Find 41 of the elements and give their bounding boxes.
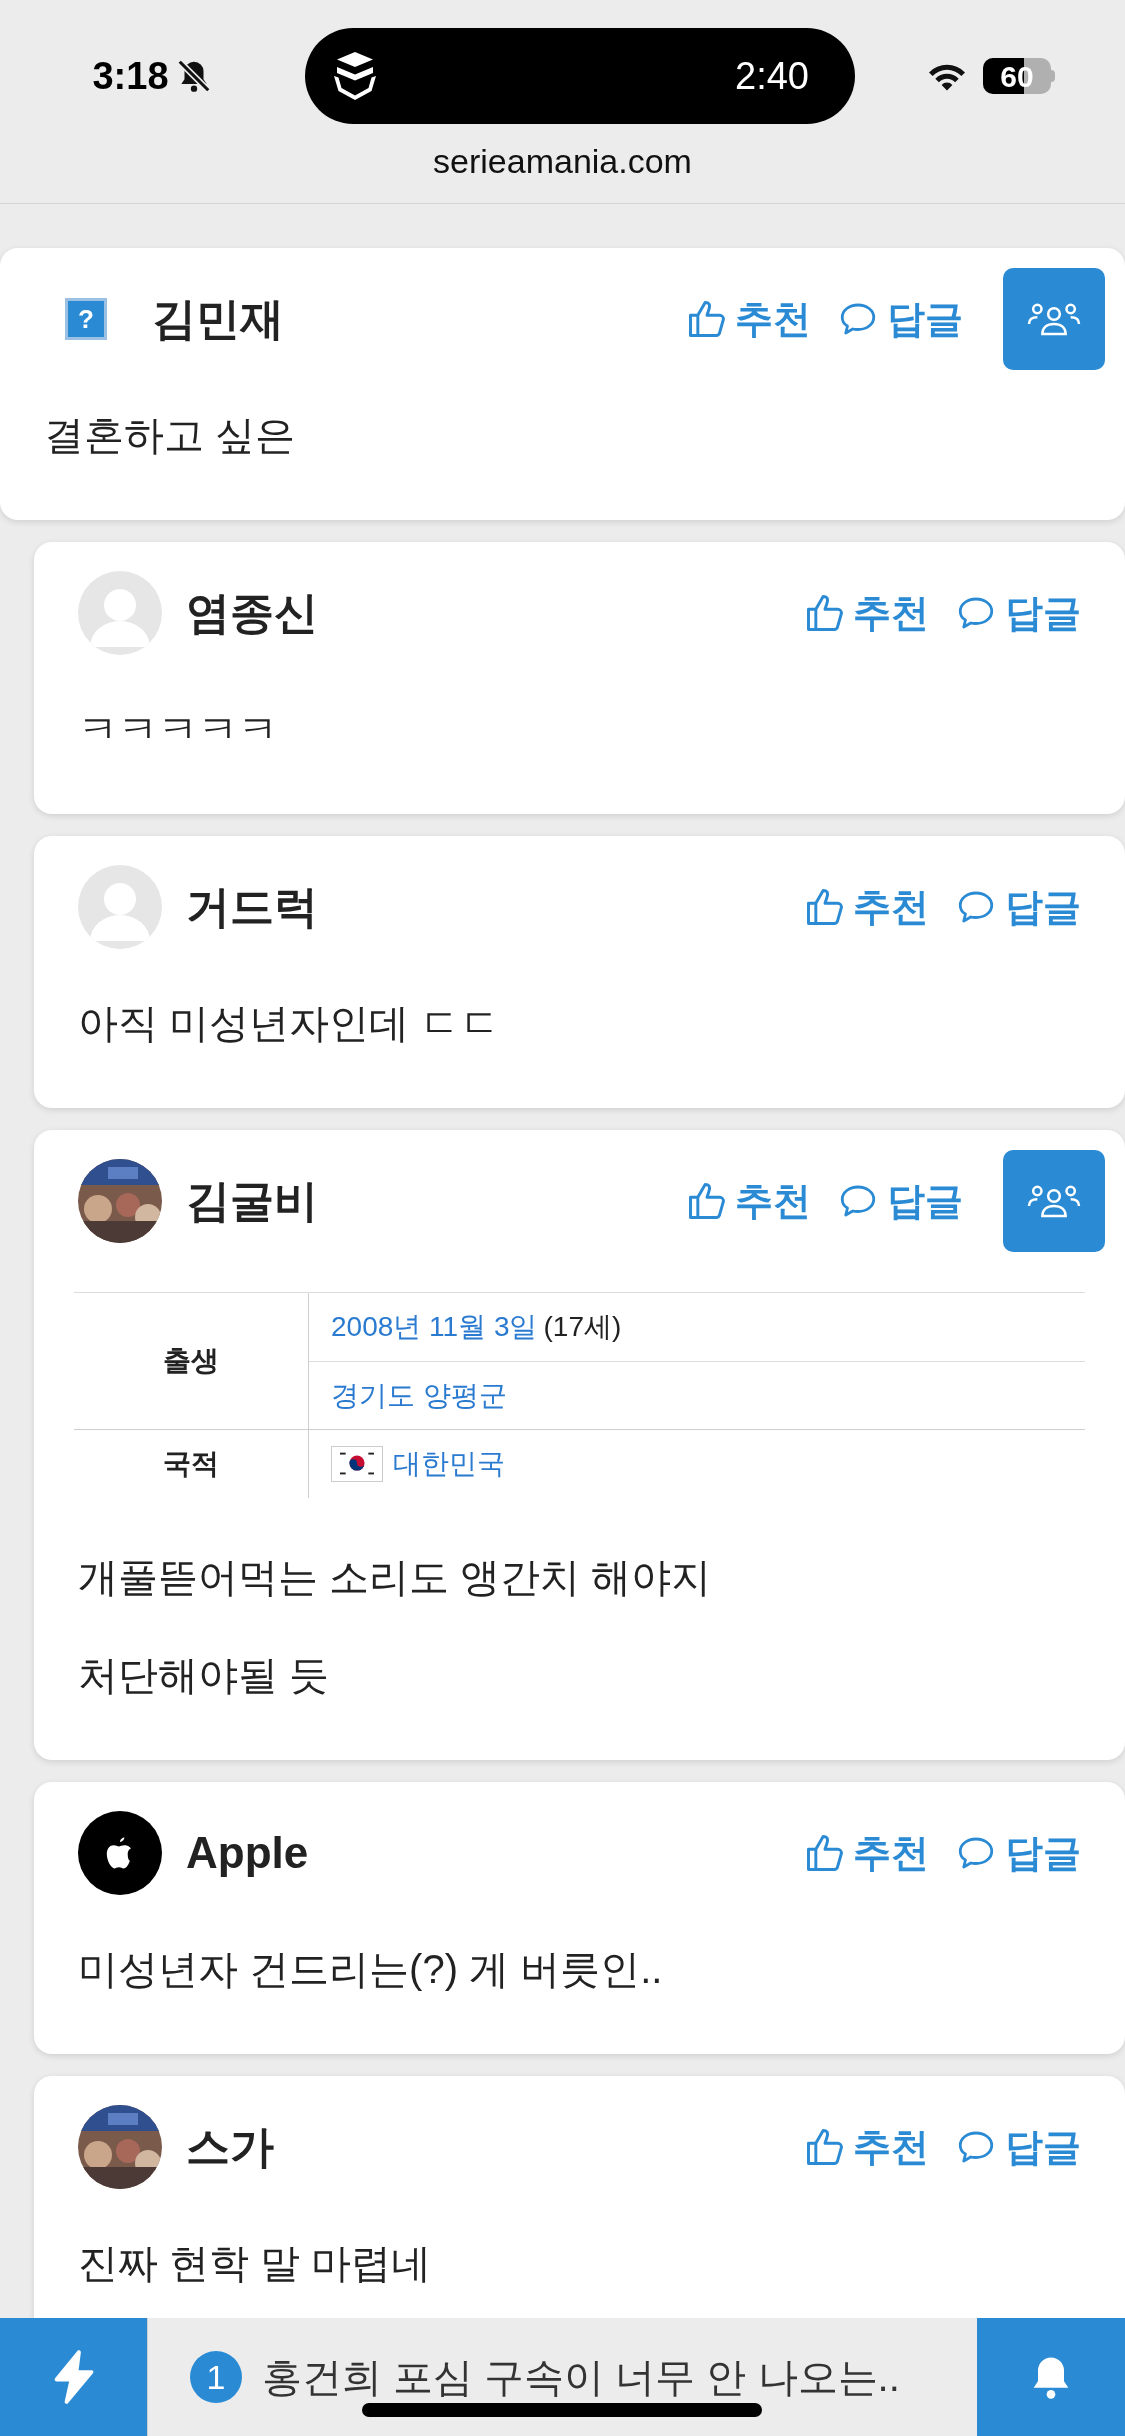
author-name: 김굴비 xyxy=(186,1175,319,1227)
comment-text: 개풀뜯어먹는 소리도 앵간치 해야지 xyxy=(78,1554,713,1601)
group-button[interactable] xyxy=(1003,1150,1105,1252)
author-name: 염종신 xyxy=(186,587,319,639)
notification-button[interactable] xyxy=(977,2318,1125,2436)
headline-text: 홍건희 포심 구속이 너무 안 나오는.. xyxy=(262,2354,900,2401)
link[interactable]: 2008년 11월 3일 xyxy=(331,1306,538,1348)
author-name: 김민재 xyxy=(152,293,285,345)
reply-button[interactable]: 답글 xyxy=(955,1824,1081,1882)
recommend-button[interactable]: 추천 xyxy=(685,290,811,348)
recommend-button[interactable]: 추천 xyxy=(803,2118,929,2176)
comment-text: 처단해야될 듯 xyxy=(78,1652,331,1699)
recommend-button[interactable]: 추천 xyxy=(803,1824,929,1882)
link[interactable]: 대한민국 xyxy=(393,1443,505,1485)
recommend-button[interactable]: 추천 xyxy=(685,1172,811,1230)
reply-button[interactable]: 답글 xyxy=(955,2118,1081,2176)
comment-text: 결혼하고 싶은 xyxy=(44,412,297,459)
quick-button[interactable] xyxy=(0,2318,147,2436)
comment-text: ㅋㅋㅋㅋㅋ xyxy=(78,706,279,753)
author-name: 스가 xyxy=(186,2121,275,2173)
url-text: serieamania.com xyxy=(433,141,692,182)
recommend-button[interactable]: 추천 xyxy=(803,584,929,642)
status-time: 3:18 xyxy=(92,53,169,99)
island-time: 2:40 xyxy=(735,53,809,99)
comment-text: 아직 미성년자인데 ㄷㄷ xyxy=(78,1000,502,1047)
group-button[interactable] xyxy=(1003,268,1105,370)
reply-button[interactable]: 답글 xyxy=(837,290,963,348)
reply-button[interactable]: 답글 xyxy=(955,878,1081,936)
broken-image-icon: ? xyxy=(65,298,107,340)
reply-button[interactable]: 답글 xyxy=(955,584,1081,642)
cell-text: (17세) xyxy=(543,1310,622,1344)
count-badge: 1 xyxy=(190,2351,242,2403)
author-name: Apple xyxy=(186,1827,310,1879)
recommend-button[interactable]: 추천 xyxy=(803,878,929,936)
comment-text: 진짜 현학 말 마렵네 xyxy=(78,2240,433,2287)
row-label: 국적 xyxy=(163,1447,219,1481)
reply-button[interactable]: 답글 xyxy=(837,1172,963,1230)
link[interactable]: 경기도 양평군 xyxy=(331,1374,507,1417)
row-label: 출생 xyxy=(163,1344,219,1378)
author-name: 거드럭 xyxy=(186,881,319,933)
comment-text: 미성년자 건드리는(?) 게 버릇인.. xyxy=(78,1946,664,1993)
